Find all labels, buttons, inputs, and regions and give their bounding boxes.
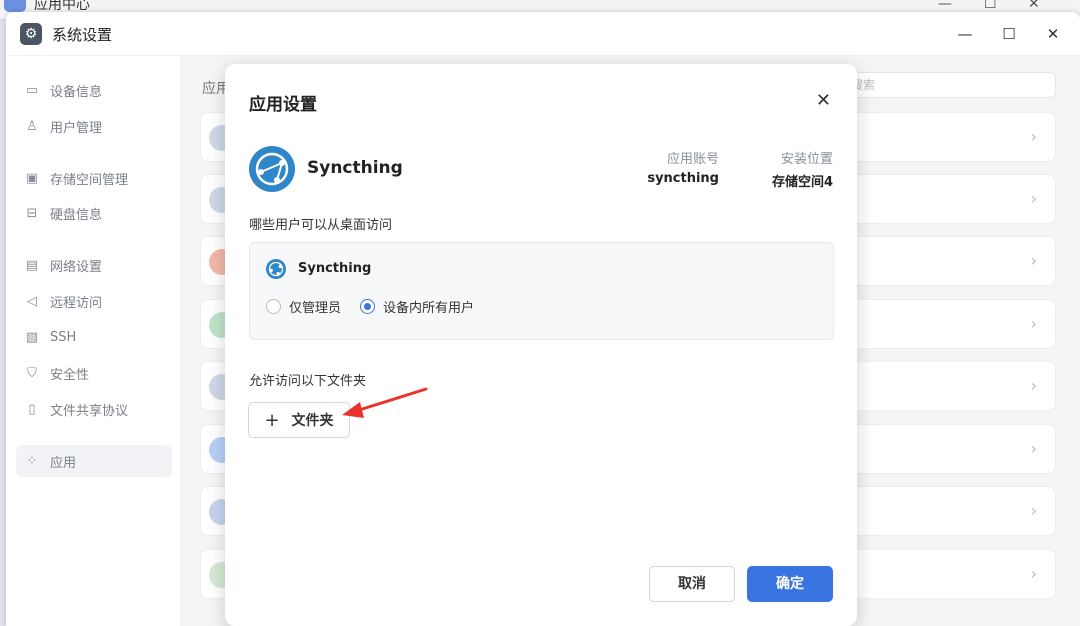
sidebar-item-user-management[interactable]: ♙ 用户管理 xyxy=(16,110,172,142)
access-question: 哪些用户可以从桌面访问 xyxy=(249,218,393,233)
chevron-right-icon: › xyxy=(1030,564,1037,583)
chevron-right-icon: › xyxy=(1030,376,1037,395)
maximize-button[interactable]: ☐ xyxy=(994,22,1024,46)
sidebar-item-security[interactable]: ⛉ 安全性 xyxy=(16,357,172,389)
install-location: 安装位置 存储空间4 xyxy=(772,148,833,190)
radio-all-users[interactable]: 设备内所有用户 xyxy=(360,297,474,316)
sidebar-item-network[interactable]: ▤ 网络设置 xyxy=(16,249,172,281)
sidebar-item-label: 设备信息 xyxy=(50,84,103,100)
minimize-button[interactable]: — xyxy=(950,22,980,46)
radio-admin-only[interactable]: 仅管理员 xyxy=(266,297,341,316)
disk-icon: ⊟ xyxy=(26,205,38,221)
bg-close-icon[interactable]: ✕ xyxy=(1028,0,1040,12)
radio-checked-icon[interactable] xyxy=(360,299,375,314)
radio-label: 设备内所有用户 xyxy=(383,301,475,316)
sidebar-item-label: 安全性 xyxy=(50,367,90,383)
radio-label: 仅管理员 xyxy=(289,301,342,316)
apps-icon: ⁘ xyxy=(26,453,38,469)
bg-maximize-icon[interactable]: ☐ xyxy=(984,0,997,12)
sidebar: ▭ 设备信息 ♙ 用户管理 ▣ 存储空间管理 ⊟ 硬盘信息 ▤ 网络设置 ◁ 远… xyxy=(6,56,180,626)
chevron-right-icon: › xyxy=(1030,439,1037,458)
device-icon: ▭ xyxy=(25,82,39,98)
sidebar-item-device-info[interactable]: ▭ 设备信息 xyxy=(16,74,172,106)
close-icon[interactable]: ✕ xyxy=(816,90,831,111)
add-folder-button[interactable]: + 文件夹 xyxy=(248,402,350,438)
app-center-icon xyxy=(4,0,26,12)
app-account-value: syncthing xyxy=(647,171,719,186)
sidebar-item-disk-info[interactable]: ⊟ 硬盘信息 xyxy=(16,197,172,229)
chevron-right-icon: › xyxy=(1030,501,1037,520)
sidebar-item-label: 硬盘信息 xyxy=(50,207,103,223)
user-icon: ♙ xyxy=(26,118,38,134)
plus-icon: + xyxy=(264,409,280,431)
access-options-panel: Syncthing 仅管理员 设备内所有用户 xyxy=(249,242,834,340)
close-window-button[interactable]: ✕ xyxy=(1038,22,1068,46)
search-input[interactable]: 搜索 xyxy=(834,72,1056,98)
app-account: 应用账号 syncthing xyxy=(647,148,719,186)
sidebar-item-ssh[interactable]: ▧ SSH xyxy=(16,321,172,353)
folder-access-label: 允许访问以下文件夹 xyxy=(249,374,367,389)
sidebar-item-label: 远程访问 xyxy=(50,295,103,311)
chevron-right-icon: › xyxy=(1030,127,1037,146)
dialog-title: 应用设置 xyxy=(249,95,317,115)
file-share-icon: ▯ xyxy=(28,401,36,417)
storage-icon: ▣ xyxy=(25,170,39,186)
sidebar-item-label: 网络设置 xyxy=(50,259,103,275)
radio-unchecked-icon[interactable] xyxy=(266,299,281,314)
chevron-right-icon: › xyxy=(1030,314,1037,333)
shield-icon: ⛉ xyxy=(27,365,37,381)
settings-gear-icon: ⚙ xyxy=(20,23,42,45)
sidebar-item-label: 用户管理 xyxy=(50,120,103,136)
sidebar-item-label: 存储空间管理 xyxy=(50,172,129,188)
app-settings-dialog: 应用设置 ✕ Syncthing 应用账号 syncthing 安装位置 存储空… xyxy=(225,64,857,626)
app-account-label: 应用账号 xyxy=(666,152,719,167)
access-app-name: Syncthing xyxy=(298,261,372,276)
sidebar-item-file-share[interactable]: ▯ 文件共享协议 xyxy=(16,393,172,425)
bg-minimize-icon[interactable]: — xyxy=(938,0,952,12)
sidebar-item-label: SSH xyxy=(50,329,77,345)
syncthing-logo-icon xyxy=(266,259,286,279)
app-name: Syncthing xyxy=(307,158,403,178)
sidebar-item-storage[interactable]: ▣ 存储空间管理 xyxy=(16,162,172,194)
network-icon: ▤ xyxy=(25,257,39,273)
syncthing-logo-icon xyxy=(249,146,295,192)
sidebar-item-label: 文件共享协议 xyxy=(50,403,129,419)
chevron-right-icon: › xyxy=(1030,189,1037,208)
confirm-button[interactable]: 确定 xyxy=(747,566,833,602)
title-bar: ⚙ 系统设置 — ☐ ✕ xyxy=(6,12,1080,56)
ssh-icon: ▧ xyxy=(25,329,39,345)
cancel-button[interactable]: 取消 xyxy=(649,566,735,602)
install-location-value: 存储空间4 xyxy=(771,175,833,190)
install-location-label: 安装位置 xyxy=(780,152,833,167)
add-folder-label: 文件夹 xyxy=(291,413,334,429)
sidebar-item-apps[interactable]: ⁘ 应用 xyxy=(16,445,172,477)
sidebar-item-label: 应用 xyxy=(50,455,77,471)
remote-icon: ◁ xyxy=(27,293,37,309)
chevron-right-icon: › xyxy=(1030,251,1037,270)
sidebar-item-remote-access[interactable]: ◁ 远程访问 xyxy=(16,285,172,317)
window-title: 系统设置 xyxy=(52,26,113,44)
